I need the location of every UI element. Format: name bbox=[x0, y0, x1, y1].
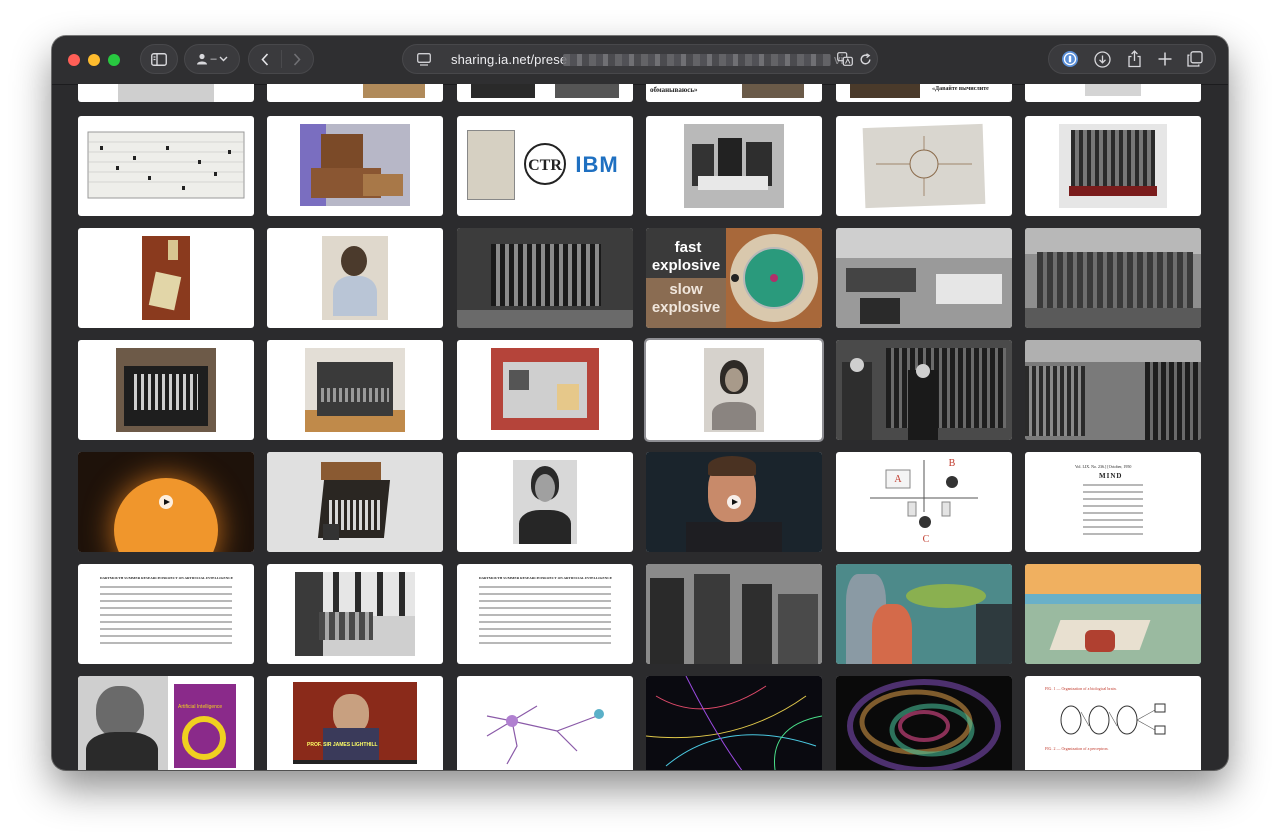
slide-thumbnail[interactable] bbox=[457, 84, 633, 102]
navigation-buttons bbox=[248, 44, 314, 74]
explosive-diagram bbox=[726, 228, 822, 328]
lighthill-caption: PROF. SIR JAMES LIGHTHILL bbox=[307, 742, 378, 748]
slide-blueprint-drawing[interactable] bbox=[836, 116, 1012, 216]
slide-thumbnail[interactable] bbox=[267, 84, 443, 102]
slide-neurons-colored[interactable] bbox=[646, 676, 822, 770]
plus-icon[interactable] bbox=[1158, 52, 1172, 66]
page-text-lines bbox=[1083, 484, 1143, 540]
page-text-lines bbox=[100, 586, 232, 649]
slide-fast-slow-explosive[interactable]: fast explosive slow explosive bbox=[646, 228, 822, 328]
dartmouth-heading-2: DARTMOUTH SUMMER RESEARCH PROJECT ON ART… bbox=[479, 576, 613, 580]
tabs-icon[interactable] bbox=[1187, 51, 1203, 67]
slide-caption: обманываюсь» bbox=[650, 86, 698, 94]
slide-women-group-photo[interactable] bbox=[1025, 228, 1201, 328]
profile-button[interactable]: – bbox=[184, 44, 240, 74]
slide-computing-office[interactable] bbox=[836, 228, 1012, 328]
share-icon[interactable] bbox=[1127, 50, 1142, 68]
neuron-diagram bbox=[486, 705, 604, 765]
slide-slide-rule[interactable] bbox=[78, 228, 254, 328]
slide-scientists-meeting[interactable] bbox=[646, 564, 822, 664]
chevron-down-icon bbox=[219, 56, 228, 62]
slide-woman-portrait-selected[interactable] bbox=[644, 338, 824, 442]
turing-test-label-a: A bbox=[894, 474, 902, 485]
slide-sun-video[interactable] bbox=[78, 452, 254, 552]
slide-enigma-machine[interactable] bbox=[267, 452, 443, 552]
blueprint-lines bbox=[876, 136, 972, 196]
password-icon[interactable] bbox=[1061, 50, 1079, 68]
turing-test-diagram: A B C bbox=[870, 458, 978, 545]
sidebar-toggle-button[interactable] bbox=[140, 44, 178, 74]
browser-window: – sharing.ia.net/prese vie обманываюсь» … bbox=[52, 36, 1228, 770]
nav-divider bbox=[280, 50, 282, 68]
slide-overview-grid: обманываюсь» «Давайте вычислите CTR IBM … bbox=[52, 84, 1228, 770]
person-icon bbox=[196, 53, 208, 65]
page-text-lines bbox=[479, 586, 611, 649]
punched-card-image bbox=[87, 131, 245, 199]
slide-eniac-room[interactable] bbox=[1025, 340, 1201, 440]
play-icon[interactable] bbox=[159, 495, 173, 509]
slide-thumbnail[interactable] bbox=[1025, 84, 1201, 102]
translate-icon[interactable] bbox=[837, 52, 853, 66]
slide-lighthill-video[interactable]: PROF. SIR JAMES LIGHTHILL bbox=[267, 676, 443, 770]
dartmouth-heading: DARTMOUTH SUMMER RESEARCH PROJECT ON ART… bbox=[100, 576, 234, 580]
slide-tabulating-machine[interactable] bbox=[267, 340, 443, 440]
browser-toolbar: – sharing.ia.net/prese vie bbox=[52, 36, 1228, 85]
perceptron-diagram bbox=[1060, 703, 1166, 735]
turing-test-label-c: C bbox=[923, 534, 930, 545]
toolbar-actions bbox=[1048, 44, 1216, 74]
slide-ada-lovelace-portrait[interactable] bbox=[267, 228, 443, 328]
slide-imitation-game-video[interactable] bbox=[646, 452, 822, 552]
slide-analytical-engine[interactable] bbox=[457, 228, 633, 328]
profile-label: – bbox=[210, 53, 217, 65]
download-icon[interactable] bbox=[1094, 50, 1112, 68]
slide-thumbnail[interactable]: обманываюсь» bbox=[646, 84, 822, 102]
ibm-logo-text: IBM bbox=[575, 152, 618, 177]
slide-alan-turing-portrait[interactable] bbox=[457, 452, 633, 552]
brain-network-image bbox=[836, 676, 1012, 770]
slide-turing-test-diagram[interactable]: A B C bbox=[836, 452, 1012, 552]
maximize-window-button[interactable] bbox=[108, 54, 120, 66]
close-window-button[interactable] bbox=[68, 54, 80, 66]
slide-thumbnail[interactable]: «Давайте вычислите bbox=[836, 84, 1012, 102]
slide-dartmouth-proposal-2[interactable]: DARTMOUTH SUMMER RESEARCH PROJECT ON ART… bbox=[457, 564, 633, 664]
reload-icon[interactable] bbox=[859, 53, 872, 66]
neurons-image bbox=[646, 676, 822, 770]
ctr-logo-text: CTR bbox=[528, 157, 562, 174]
turing-test-label-b: B bbox=[949, 458, 956, 469]
slide-dartmouth-proposal[interactable]: DARTMOUTH SUMMER RESEARCH PROJECT ON ART… bbox=[78, 564, 254, 664]
ctr-logo: CTR IBM bbox=[524, 143, 618, 185]
url-redacted bbox=[563, 54, 831, 66]
mind-journal-title: MIND bbox=[1099, 472, 1123, 480]
slide-retro-robot-art[interactable] bbox=[836, 564, 1012, 664]
slide-cash-register[interactable] bbox=[78, 340, 254, 440]
page-icon[interactable] bbox=[417, 53, 431, 66]
slide-caption: «Давайте вычислите bbox=[932, 86, 989, 92]
slide-punched-card[interactable] bbox=[78, 116, 254, 216]
ai-cover-label: Artificial Intelligence bbox=[178, 704, 223, 710]
slide-men-at-table[interactable] bbox=[646, 116, 822, 216]
slide-minsky-ai-cover[interactable]: Artificial Intelligence bbox=[78, 676, 254, 770]
url-text: sharing.ia.net/prese bbox=[451, 52, 568, 67]
slide-dartmouth-group-photo[interactable] bbox=[267, 564, 443, 664]
mind-journal-header: Vol. LIX. No. 236.] [October, 1950 bbox=[1075, 464, 1132, 469]
slide-tabulator-desk[interactable] bbox=[267, 116, 443, 216]
address-bar[interactable]: sharing.ia.net/prese vie bbox=[402, 44, 878, 74]
minimize-window-button[interactable] bbox=[88, 54, 100, 66]
perceptron-fig-2: FIG. 2 — Organization of a perceptron. bbox=[1045, 746, 1109, 751]
sidebar-icon bbox=[151, 52, 167, 66]
slide-thumbnail[interactable] bbox=[78, 84, 254, 102]
slide-ctr-ibm[interactable]: CTR IBM bbox=[457, 116, 633, 216]
slide-perceptron-figure[interactable]: FIG. 1 — Organization of a biological br… bbox=[1025, 676, 1201, 770]
slide-brain-network[interactable] bbox=[836, 676, 1012, 770]
slide-eniac-men[interactable] bbox=[836, 340, 1012, 440]
slide-card-sorter[interactable] bbox=[457, 340, 633, 440]
slide-retro-future-highway[interactable] bbox=[1025, 564, 1201, 664]
slide-neuron-diagram[interactable] bbox=[457, 676, 633, 770]
back-chevron-icon[interactable] bbox=[261, 52, 269, 66]
slide-mind-journal-page[interactable]: Vol. LIX. No. 236.] [October, 1950 MIND bbox=[1025, 452, 1201, 552]
forward-chevron-icon[interactable] bbox=[293, 52, 301, 66]
play-icon[interactable] bbox=[727, 495, 741, 509]
slide-difference-engine[interactable] bbox=[1025, 116, 1201, 216]
